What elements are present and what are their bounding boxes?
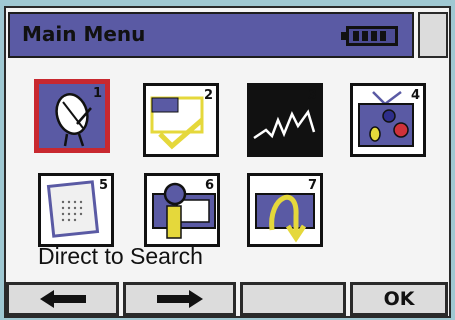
magnifier-screen-icon [152,182,216,239]
softkey-left[interactable] [6,282,119,316]
softkey-right[interactable] [123,282,236,316]
right-arrow-icon [156,290,203,308]
battery-icon [341,26,398,46]
signal-waveform-icon [253,109,316,140]
satellite-dish-icon [55,93,92,147]
arrow-loop-icon [255,193,315,243]
yellow-checkmark-screen-icon [150,96,204,150]
softkey-blank[interactable] [240,282,346,316]
menu-item-6[interactable]: 6 [144,173,220,247]
ok-button[interactable]: OK [350,282,448,316]
menu-item-3[interactable]: 3 [247,83,323,157]
page-title: Main Menu [22,22,146,46]
menu-item-1[interactable]: 1 [34,79,110,153]
keypad-dots-icon [46,180,100,238]
menu-item-4[interactable]: 4 [350,83,426,157]
status-message: Direct to Search [38,243,203,269]
side-button[interactable] [418,12,448,58]
menu-item-2[interactable]: 2 [143,83,219,157]
title-bar: Main Menu [8,12,414,58]
menu-item-5[interactable]: 5 [38,173,114,247]
menu-item-7[interactable]: 7 [247,173,323,247]
left-arrow-icon [39,290,86,308]
softkey-bar: OK [6,282,448,316]
television-icon [358,91,414,147]
